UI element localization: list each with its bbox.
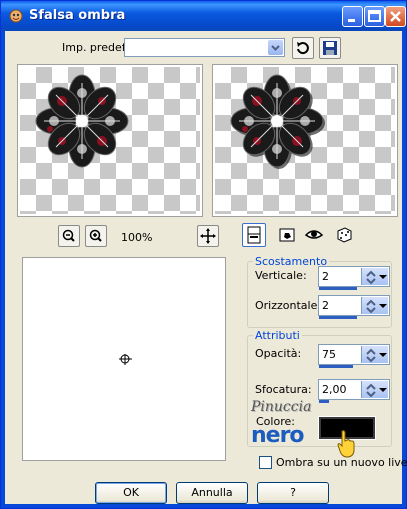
window-border-left [1, 31, 5, 508]
watermark-color-name: nero [251, 423, 305, 448]
opacity-value: 75 [322, 348, 336, 361]
blur-spinner[interactable]: 2,00 [318, 379, 390, 403]
original-preview[interactable] [17, 64, 203, 217]
proof-button[interactable] [277, 225, 297, 245]
reset-arrow-icon [297, 42, 309, 55]
close-button[interactable] [385, 6, 406, 27]
spinner-arrows-icon[interactable] [361, 268, 388, 285]
vertical-slider-bar[interactable] [319, 287, 357, 290]
maximize-icon [368, 10, 381, 22]
window-title: Sfalsa ombra [29, 8, 126, 23]
opacity-slider-bar[interactable] [319, 365, 353, 368]
blur-label: Sfocatura: [255, 383, 312, 396]
reset-preset-button[interactable] [292, 37, 314, 59]
blur-value: 2,00 [322, 383, 347, 396]
spinner-arrows-icon[interactable] [361, 346, 388, 363]
horizontal-slider-bar[interactable] [319, 316, 357, 319]
vertical-value: 2 [322, 270, 329, 283]
vertical-spinner[interactable]: 2 [318, 266, 390, 290]
hand-icon [279, 228, 295, 242]
close-icon [390, 11, 401, 22]
zoom-in-button[interactable] [85, 225, 107, 247]
cancel-button[interactable]: Annulla [176, 482, 248, 504]
ok-button[interactable]: OK [95, 482, 167, 504]
zoom-out-button[interactable] [58, 225, 80, 247]
dice-icon [337, 227, 352, 243]
result-preview[interactable] [212, 64, 398, 217]
spinner-arrows-icon[interactable] [361, 381, 388, 398]
pointing-hand-cursor-icon [337, 430, 355, 458]
flower-image-result [230, 74, 325, 169]
blur-slider-bar[interactable] [319, 400, 329, 403]
watermark-signature: Pinuccia [251, 399, 312, 415]
eye-icon [304, 230, 324, 239]
zoom-out-icon [62, 229, 75, 242]
opacity-spinner[interactable]: 75 [318, 344, 390, 368]
minimize-icon [348, 19, 355, 22]
save-icon [323, 41, 337, 55]
preset-select[interactable] [124, 38, 285, 57]
vertical-label: Verticale: [255, 269, 307, 282]
attributes-group-title: Attributi [253, 329, 302, 342]
maximize-button[interactable] [364, 6, 385, 27]
window-border-right [402, 31, 406, 508]
opacity-label: Opacità: [255, 347, 302, 360]
window-border-bottom [1, 504, 406, 508]
chevron-down-icon[interactable] [268, 40, 283, 55]
help-button[interactable]: ? [257, 482, 329, 504]
horizontal-spinner[interactable]: 2 [318, 295, 390, 319]
zoom-in-icon [89, 229, 102, 242]
crosshair-icon [119, 354, 132, 365]
horizontal-value: 2 [322, 299, 329, 312]
preset-label: Imp. predef.: [62, 41, 132, 54]
flower-image-original [35, 74, 129, 168]
move-icon [200, 228, 216, 244]
new-layer-label[interactable]: Ombra su un nuovo livello [276, 456, 407, 469]
app-icon [8, 8, 24, 24]
split-view-icon [247, 226, 261, 244]
preview-toggle-button[interactable] [242, 223, 266, 247]
title-bar[interactable]: Sfalsa ombra [1, 1, 406, 31]
randomize-button[interactable] [334, 225, 354, 245]
horizontal-label: Orizzontale: [255, 299, 322, 312]
offset-pad[interactable] [22, 257, 226, 461]
pan-button[interactable] [197, 225, 219, 247]
save-preset-button[interactable] [319, 37, 341, 59]
spinner-arrows-icon[interactable] [361, 297, 388, 314]
dialog-window: Sfalsa ombra Imp. predef.: 100% Scostame… [0, 0, 407, 509]
new-layer-checkbox[interactable] [259, 456, 272, 469]
minimize-button[interactable] [342, 6, 363, 27]
visibility-button[interactable] [304, 225, 324, 245]
zoom-level: 100% [121, 231, 153, 244]
